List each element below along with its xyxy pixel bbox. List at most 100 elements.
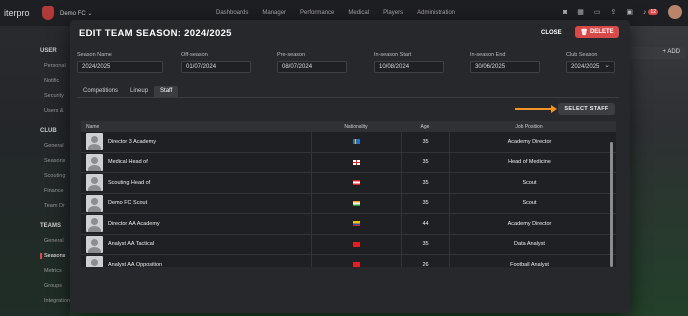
app-logo: iterpro xyxy=(4,8,30,18)
field-off-season: Off-season 01/07/2024 xyxy=(181,52,251,73)
calendar-icon[interactable]: ▦ xyxy=(577,8,584,16)
header-nationality[interactable]: Nationality xyxy=(311,124,401,130)
sidebar-item-security[interactable]: Security xyxy=(44,93,70,99)
staff-name-cell: Scouting Head of xyxy=(81,174,311,192)
sidebar-item-team-dr[interactable]: Team Dr xyxy=(44,203,70,209)
in-season-start-input[interactable]: 10/08/2024 xyxy=(374,61,444,73)
field-in-season-start: In-season Start 10/08/2024 xyxy=(374,52,444,73)
sidebar-item-finance[interactable]: Finance xyxy=(44,188,70,194)
arrow-head-icon xyxy=(551,105,557,113)
bell-icon[interactable]: ♪ xyxy=(643,9,647,16)
chat-icon[interactable]: ▣ xyxy=(626,8,633,16)
turkey-flag-icon xyxy=(353,262,360,267)
club-selector[interactable]: Demo FC ⌄ xyxy=(60,10,190,17)
staff-name-cell: Director AA Academy xyxy=(81,215,311,233)
sidebar-item-notifications[interactable]: Notific xyxy=(44,78,70,84)
off-season-input[interactable]: 01/07/2024 xyxy=(181,61,251,73)
sidebar-item-groups[interactable]: Groups xyxy=(44,283,70,289)
season-name-input[interactable]: 2024/2025 xyxy=(77,61,163,73)
table-row[interactable]: Analyst AA Opposition 26 Football Analyst xyxy=(81,255,616,267)
select-staff-button[interactable]: SELECT STAFF xyxy=(558,103,615,115)
pre-season-label: Pre-season xyxy=(277,52,306,58)
club-season-label: Club Season xyxy=(566,52,598,58)
job-position-cell: Data Analyst xyxy=(449,234,609,254)
delete-button[interactable]: 🗑 DELETE xyxy=(575,26,619,38)
nationality-cell xyxy=(311,152,401,172)
age-cell: 35 xyxy=(401,152,449,172)
nav-administration[interactable]: Administration xyxy=(417,10,455,16)
field-in-season-end: In-season End 30/06/2025 xyxy=(470,52,540,73)
sidebar-item-teams-general[interactable]: General xyxy=(44,238,70,244)
nationality-cell xyxy=(311,255,401,267)
table-row[interactable]: Medical Head of 35 Head of Medicine xyxy=(81,152,616,173)
nav-players[interactable]: Players xyxy=(383,10,403,16)
table-row[interactable]: Demo FC Scout 35 Scout xyxy=(81,193,616,214)
nav-manager[interactable]: Manager xyxy=(262,10,286,16)
staff-name[interactable]: Medical Head of xyxy=(108,159,148,165)
staff-name[interactable]: Analyst AA Opposition xyxy=(108,262,162,267)
sidebar-item-club-general[interactable]: General xyxy=(44,143,70,149)
modal-title: EDIT TEAM SEASON: 2024/2025 xyxy=(79,28,232,39)
field-pre-season: Pre-season 08/07/2024 xyxy=(277,52,347,73)
club-season-select[interactable]: 2024/2025 xyxy=(566,61,615,73)
edit-team-season-modal: EDIT TEAM SEASON: 2024/2025 CLOSE 🗑 DELET… xyxy=(70,20,630,313)
club-selector-label: Demo FC xyxy=(60,10,86,17)
age-cell: 35 xyxy=(401,173,449,193)
nav-medical[interactable]: Medical xyxy=(348,10,369,16)
header-name[interactable]: Name xyxy=(81,124,311,130)
sidebar-item-club-seasons[interactable]: Seasons xyxy=(44,158,70,164)
field-club-season: Club Season 2024/2025 xyxy=(566,52,615,73)
notification-count: 12 xyxy=(648,9,658,15)
table-row[interactable]: Director AA Academy 44 Academy Director xyxy=(81,214,616,235)
nav-performance[interactable]: Performance xyxy=(300,10,334,16)
turkey-flag-icon xyxy=(353,241,360,247)
header-age[interactable]: Age xyxy=(401,124,449,130)
table-scrollbar[interactable] xyxy=(610,142,613,267)
add-button-label: ADD xyxy=(667,49,680,55)
staff-name-cell: Demo FC Scout xyxy=(81,194,311,212)
sidebar-item-scouting[interactable]: Scouting xyxy=(44,173,70,179)
header-job-position[interactable]: Job Position xyxy=(449,124,609,130)
arrow-annotation xyxy=(515,108,553,110)
delete-button-label: DELETE xyxy=(589,29,614,35)
age-cell: 44 xyxy=(401,214,449,234)
job-position-cell: Academy Director xyxy=(449,214,609,234)
sidebar-item-integrations[interactable]: Integrations xyxy=(44,298,73,304)
sidebar-item-users[interactable]: Users & xyxy=(44,108,70,114)
staff-table: Name Nationality Age Job Position Direct… xyxy=(81,121,616,267)
staff-name[interactable]: Director AA Academy xyxy=(108,221,160,227)
sidebar-item-metrics[interactable]: Metrics xyxy=(44,268,70,274)
off-season-label: Off-season xyxy=(181,52,208,58)
close-button[interactable]: CLOSE xyxy=(538,28,565,38)
staff-name[interactable]: Analyst AA Tactical xyxy=(108,241,154,247)
staff-photo-icon xyxy=(86,256,103,267)
sidebar-item-personal[interactable]: Personal xyxy=(44,63,70,69)
age-cell: 35 xyxy=(401,193,449,213)
upload-icon[interactable]: ⇪ xyxy=(610,8,616,16)
folder-icon[interactable]: ▭ xyxy=(594,8,601,16)
nationality-cell xyxy=(311,132,401,152)
nav-dashboards[interactable]: Dashboards xyxy=(216,10,248,16)
age-cell: 35 xyxy=(401,132,449,152)
nationality-cell xyxy=(311,214,401,234)
user-avatar[interactable] xyxy=(668,5,682,19)
camera-icon[interactable]: ◙ xyxy=(563,9,567,16)
job-position-cell: Football Analyst xyxy=(449,255,609,267)
nationality-cell xyxy=(311,173,401,193)
table-row[interactable]: Scouting Head of 35 Scout xyxy=(81,173,616,194)
tabs-divider xyxy=(77,97,619,98)
table-row[interactable]: Director 3 Academy 35 Academy Director xyxy=(81,132,616,153)
job-position-cell: Academy Director xyxy=(449,132,609,152)
staff-photo-icon xyxy=(86,153,103,171)
pre-season-input[interactable]: 08/07/2024 xyxy=(277,61,347,73)
staff-name[interactable]: Demo FC Scout xyxy=(108,200,147,206)
staff-name[interactable]: Scouting Head of xyxy=(108,180,150,186)
sidebar-item-teams-seasons[interactable]: Seasons xyxy=(40,253,70,259)
staff-name-cell: Analyst AA Tactical xyxy=(81,235,311,253)
add-button[interactable]: + ADD xyxy=(630,47,686,59)
staff-photo-icon xyxy=(86,235,103,253)
table-row[interactable]: Analyst AA Tactical 35 Data Analyst xyxy=(81,234,616,255)
staff-name[interactable]: Director 3 Academy xyxy=(108,139,156,145)
india-flag-icon xyxy=(353,200,360,206)
in-season-end-input[interactable]: 30/06/2025 xyxy=(470,61,540,73)
